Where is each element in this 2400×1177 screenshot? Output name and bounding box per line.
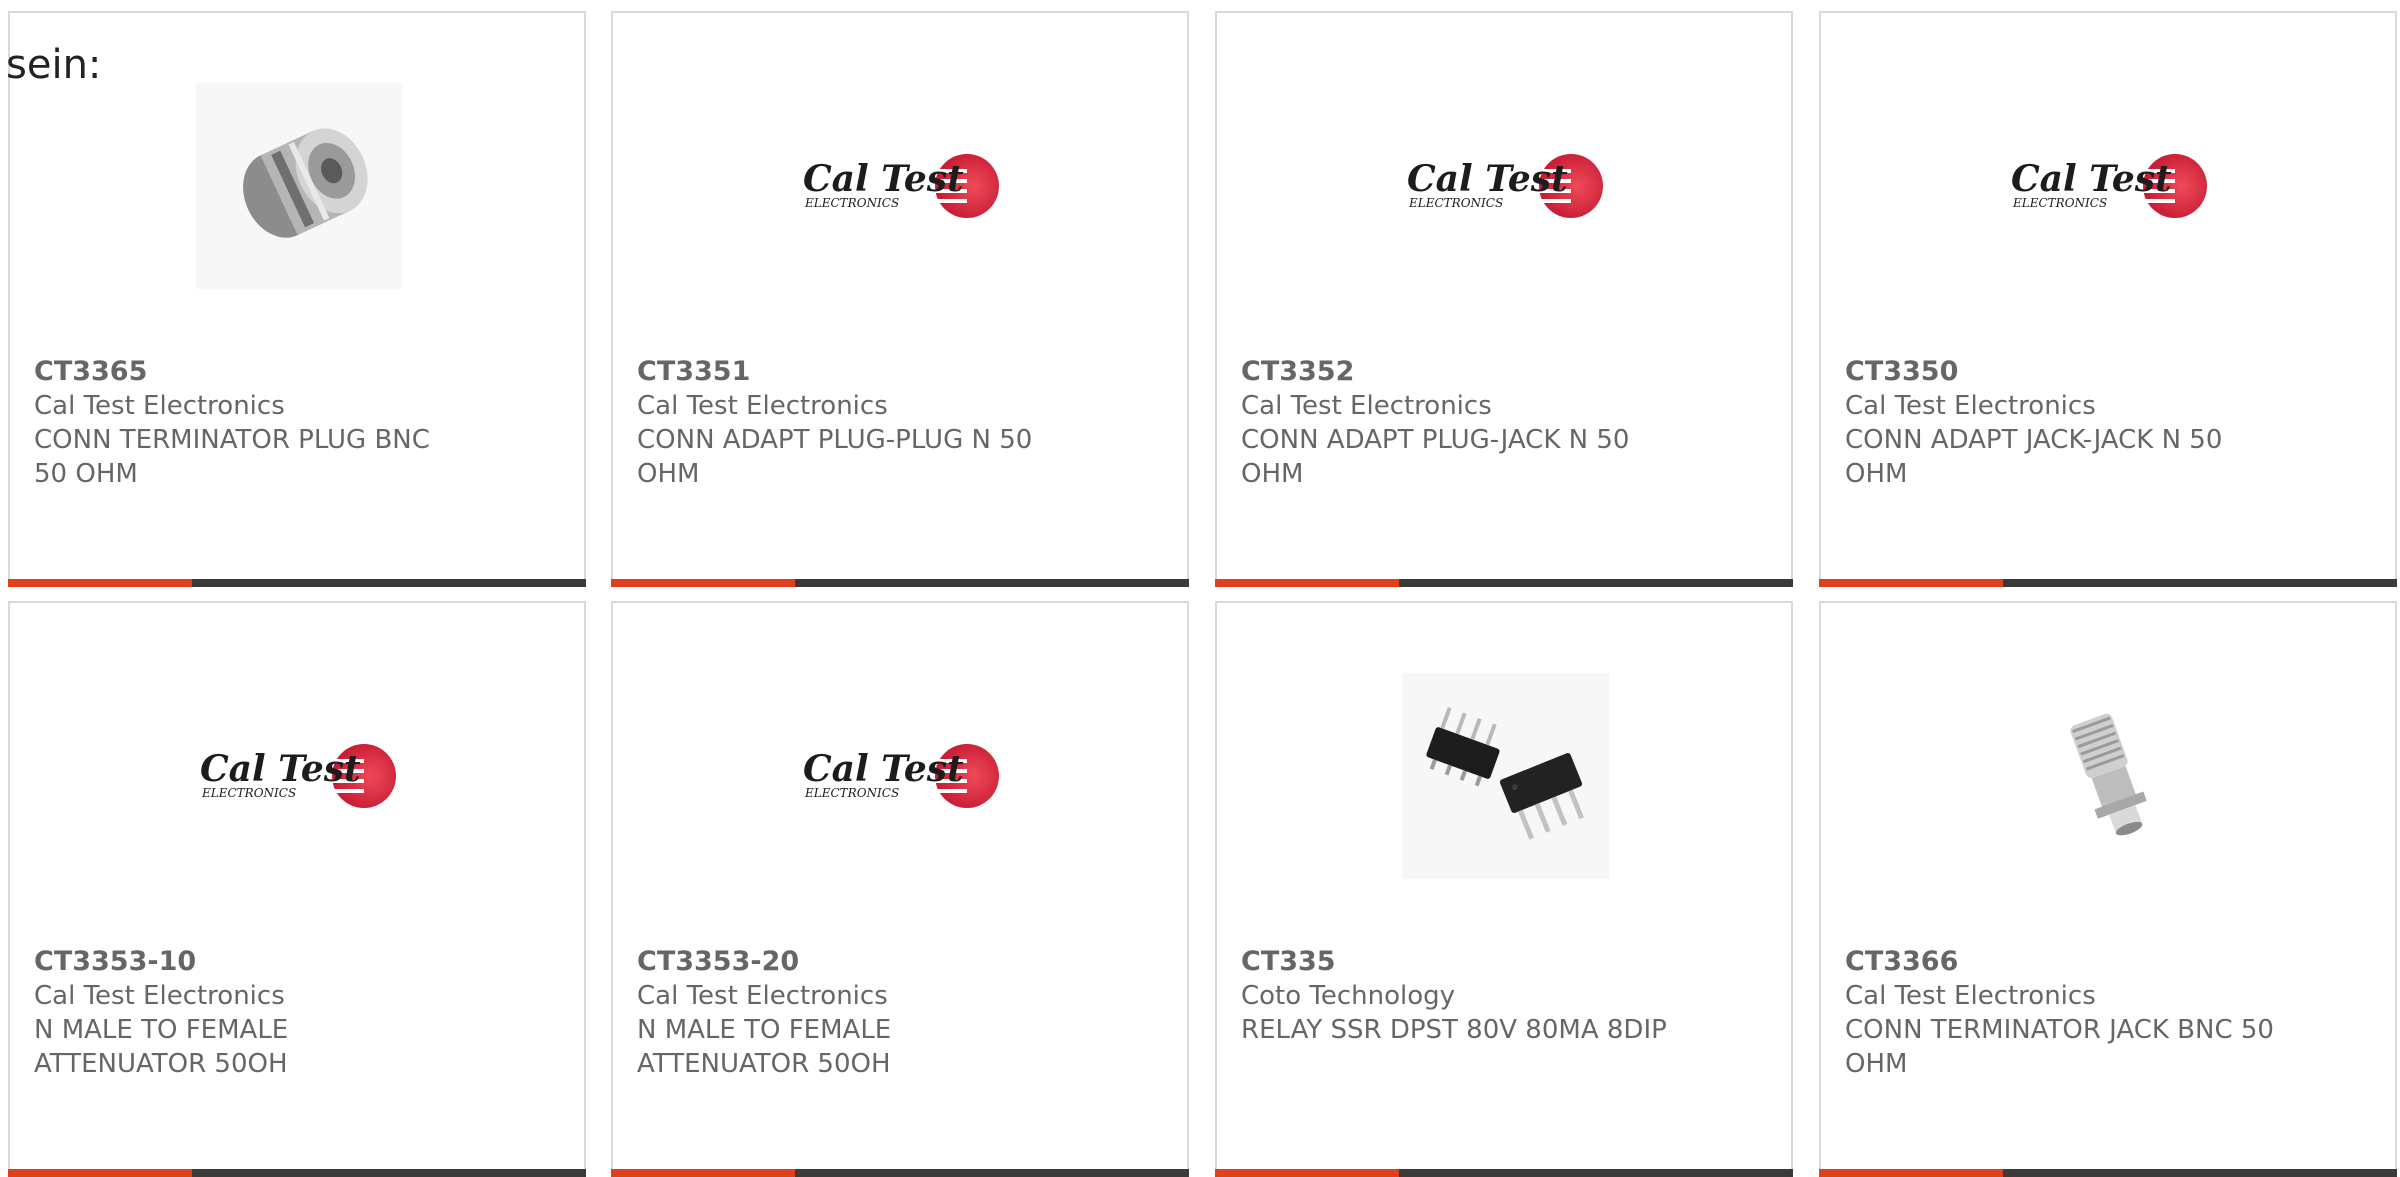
card-bar xyxy=(8,1169,586,1177)
card-bar-accent xyxy=(8,579,192,587)
part-number[interactable]: CT3350 xyxy=(1845,355,2275,389)
product-image[interactable]: Cal Test ELECTRONICS xyxy=(799,83,1005,289)
description: CONN ADAPT JACK-JACK N 50 OHM xyxy=(1845,425,2223,489)
part-number[interactable]: CT3365 xyxy=(34,355,464,389)
bnc-terminator-plug-icon xyxy=(196,83,402,289)
svg-text:ELECTRONICS: ELECTRONICS xyxy=(2012,196,2107,210)
product-image[interactable]: Cal Test ELECTRONICS xyxy=(799,673,1005,879)
manufacturer: Cal Test Electronics xyxy=(637,981,888,1011)
card-bar-accent xyxy=(611,579,795,587)
card-bar-accent xyxy=(1819,579,2003,587)
svg-text:ELECTRONICS: ELECTRONICS xyxy=(804,196,899,210)
description: RELAY SSR DPST 80V 80MA 8DIP xyxy=(1241,1015,1667,1045)
product-image[interactable] xyxy=(1403,673,1609,879)
svg-text:Cal Test: Cal Test xyxy=(2011,158,2172,200)
svg-text:Cal Test: Cal Test xyxy=(803,158,964,200)
svg-text:Cal Test: Cal Test xyxy=(200,748,361,790)
cal-test-logo-icon: Cal Test ELECTRONICS xyxy=(1407,154,1603,218)
product-image[interactable]: Cal Test ELECTRONICS xyxy=(2007,83,2213,289)
manufacturer: Cal Test Electronics xyxy=(34,391,285,421)
card-bar-accent xyxy=(1819,1169,2003,1177)
card-bar-accent xyxy=(1215,1169,1399,1177)
part-number[interactable]: CT3366 xyxy=(1845,945,2275,979)
svg-text:Cal Test: Cal Test xyxy=(803,748,964,790)
dip-8-relay-icon xyxy=(1403,673,1609,879)
description: CONN ADAPT PLUG-JACK N 50 OHM xyxy=(1241,425,1630,489)
product-image[interactable]: Cal Test ELECTRONICS xyxy=(1403,83,1609,289)
product-image[interactable]: Cal Test ELECTRONICS xyxy=(196,673,402,879)
part-number[interactable]: CT3352 xyxy=(1241,355,1671,389)
manufacturer: Cal Test Electronics xyxy=(34,981,285,1011)
manufacturer: Cal Test Electronics xyxy=(1845,391,2096,421)
description: CONN TERMINATOR JACK BNC 50 OHM xyxy=(1845,1015,2274,1079)
part-number[interactable]: CT3351 xyxy=(637,355,1067,389)
svg-text:Cal Test: Cal Test xyxy=(1407,158,1568,200)
cal-test-logo-icon: Cal Test ELECTRONICS xyxy=(2011,154,2207,218)
part-number[interactable]: CT3353-20 xyxy=(637,945,1067,979)
description: CONN TERMINATOR PLUG BNC 50 OHM xyxy=(34,425,430,489)
cal-test-logo-icon: Cal Test ELECTRONICS xyxy=(200,744,396,808)
card-bar xyxy=(1215,1169,1793,1177)
description: N MALE TO FEMALE ATTENUATOR 50OH xyxy=(637,1015,892,1079)
description: N MALE TO FEMALE ATTENUATOR 50OH xyxy=(34,1015,289,1079)
product-card[interactable]: CT335 Coto Technology RELAY SSR DPST 80V… xyxy=(1215,601,1793,1177)
card-bar-accent xyxy=(1215,579,1399,587)
card-bar xyxy=(8,579,586,587)
card-bar xyxy=(1819,1169,2397,1177)
product-card[interactable]: CT3366 Cal Test Electronics CONN TERMINA… xyxy=(1819,601,2397,1177)
product-image[interactable] xyxy=(196,83,402,289)
part-number[interactable]: CT335 xyxy=(1241,945,1671,979)
product-card[interactable]: Cal Test ELECTRONICS CT3352 Cal Test Ele… xyxy=(1215,11,1793,587)
intro-text: sein: xyxy=(6,42,102,88)
svg-text:ELECTRONICS: ELECTRONICS xyxy=(1408,196,1503,210)
product-card[interactable]: CT3365 Cal Test Electronics CONN TERMINA… xyxy=(8,11,586,587)
card-bar xyxy=(1819,579,2397,587)
cal-test-logo-icon: Cal Test ELECTRONICS xyxy=(803,744,999,808)
product-card[interactable]: Cal Test ELECTRONICS CT3350 Cal Test Ele… xyxy=(1819,11,2397,587)
card-bar-accent xyxy=(8,1169,192,1177)
card-bar xyxy=(1215,579,1793,587)
svg-text:ELECTRONICS: ELECTRONICS xyxy=(804,786,899,800)
manufacturer: Cal Test Electronics xyxy=(1241,391,1492,421)
product-image[interactable] xyxy=(2007,673,2213,879)
card-bar xyxy=(611,1169,1189,1177)
manufacturer: Coto Technology xyxy=(1241,981,1456,1011)
part-number[interactable]: CT3353-10 xyxy=(34,945,464,979)
card-bar xyxy=(611,579,1189,587)
bnc-terminator-jack-icon xyxy=(2007,673,2213,879)
manufacturer: Cal Test Electronics xyxy=(1845,981,2096,1011)
product-card[interactable]: Cal Test ELECTRONICS CT3353-10 Cal Test … xyxy=(8,601,586,1177)
svg-text:ELECTRONICS: ELECTRONICS xyxy=(201,786,296,800)
cal-test-logo-icon: Cal Test ELECTRONICS xyxy=(803,154,999,218)
product-card[interactable]: Cal Test ELECTRONICS CT3351 Cal Test Ele… xyxy=(611,11,1189,587)
card-bar-accent xyxy=(611,1169,795,1177)
description: CONN ADAPT PLUG-PLUG N 50 OHM xyxy=(637,425,1033,489)
manufacturer: Cal Test Electronics xyxy=(637,391,888,421)
product-card[interactable]: Cal Test ELECTRONICS CT3353-20 Cal Test … xyxy=(611,601,1189,1177)
